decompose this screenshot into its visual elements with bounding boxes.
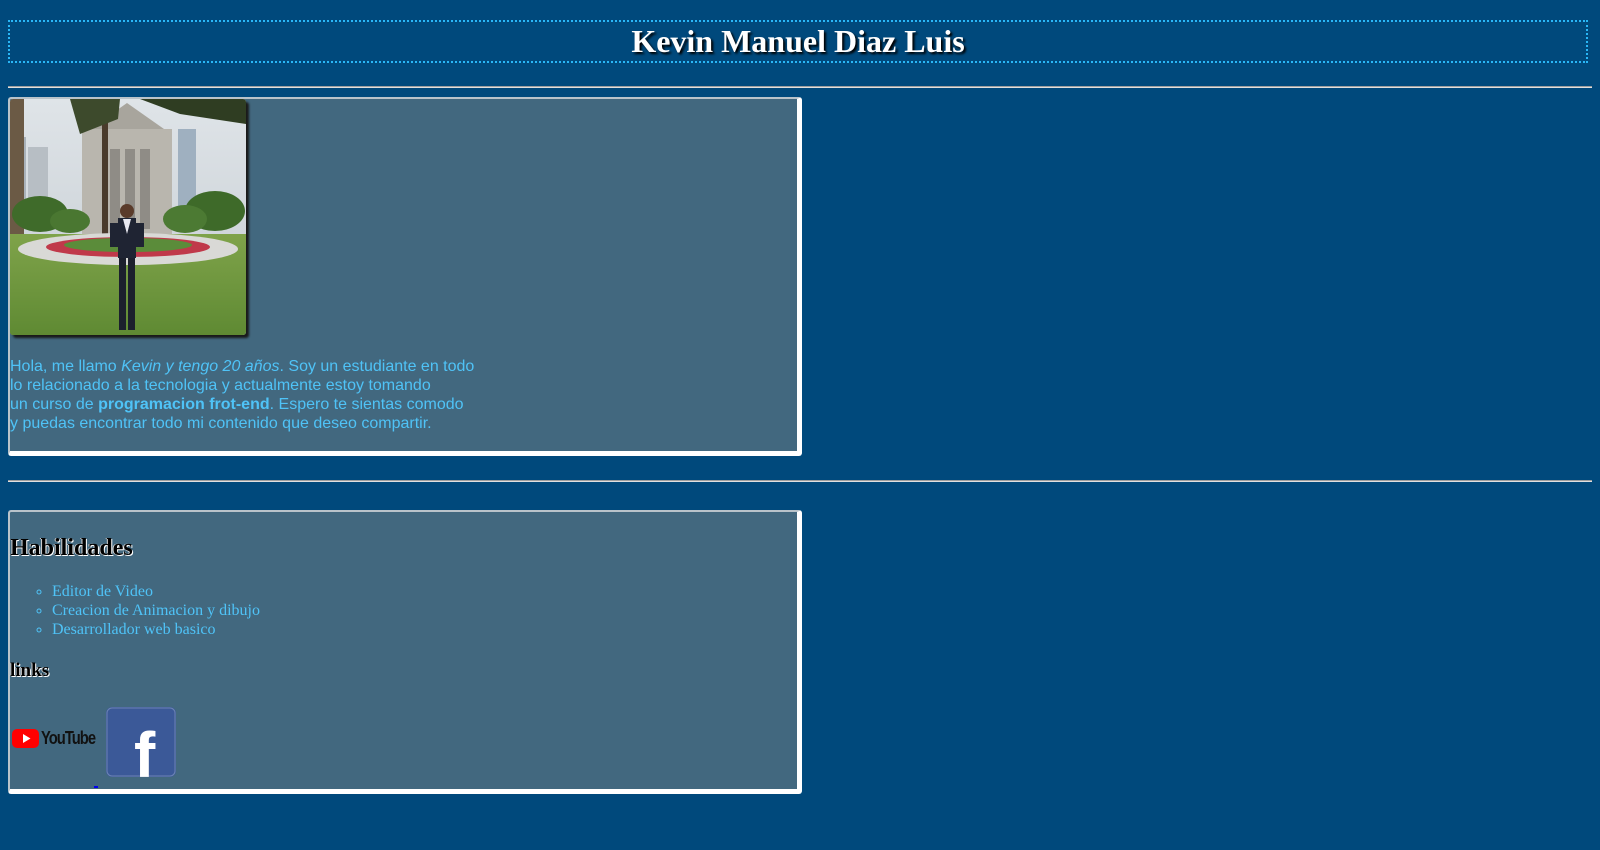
youtube-link[interactable]: YouTube [12,728,107,749]
profile-photo [10,99,246,335]
bio-text: Hola, me llamo Kevin y tengo 20 años. So… [10,357,530,433]
page-title: Kevin Manuel Diaz Luis [631,23,965,59]
bio-segment: . Espero te sientas comodo [269,396,464,413]
bio-segment: Kevin y tengo 20 años [121,358,280,375]
bio-segment: y puedas encontrar todo mi contenido que… [10,415,432,432]
about-card: Hola, me llamo Kevin y tengo 20 años. So… [8,97,802,456]
bio-segment: . Soy un estudiante en todo [279,358,475,375]
skills-heading: Habilidades [10,535,133,561]
bio-segment: un curso de [10,396,99,413]
youtube-icon [12,729,39,748]
skills-list: Editor de Video Creacion de Animacion y … [10,582,260,639]
facebook-icon: f [106,707,176,777]
link-underline [94,786,98,788]
facebook-link[interactable]: f [106,707,176,777]
divider-top [8,86,1592,88]
bio-segment: lo relacionado a la tecnologia y actualm… [10,377,431,394]
bio-segment: Hola, me llamo [10,358,122,375]
skill-item: Desarrollador web basico [52,620,260,639]
page-header: Kevin Manuel Diaz Luis [8,20,1588,63]
bio-segment: programacion frot-end [98,396,270,413]
facebook-letter: f [134,719,156,777]
youtube-wordmark: YouTube [41,728,96,748]
skill-item: Editor de Video [52,582,260,601]
links-heading: links [10,660,50,681]
skills-card: Habilidades Editor de Video Creacion de … [8,510,802,794]
profile-photo-image [10,99,246,335]
divider-middle [8,480,1592,482]
skill-item: Creacion de Animacion y dibujo [52,601,260,620]
